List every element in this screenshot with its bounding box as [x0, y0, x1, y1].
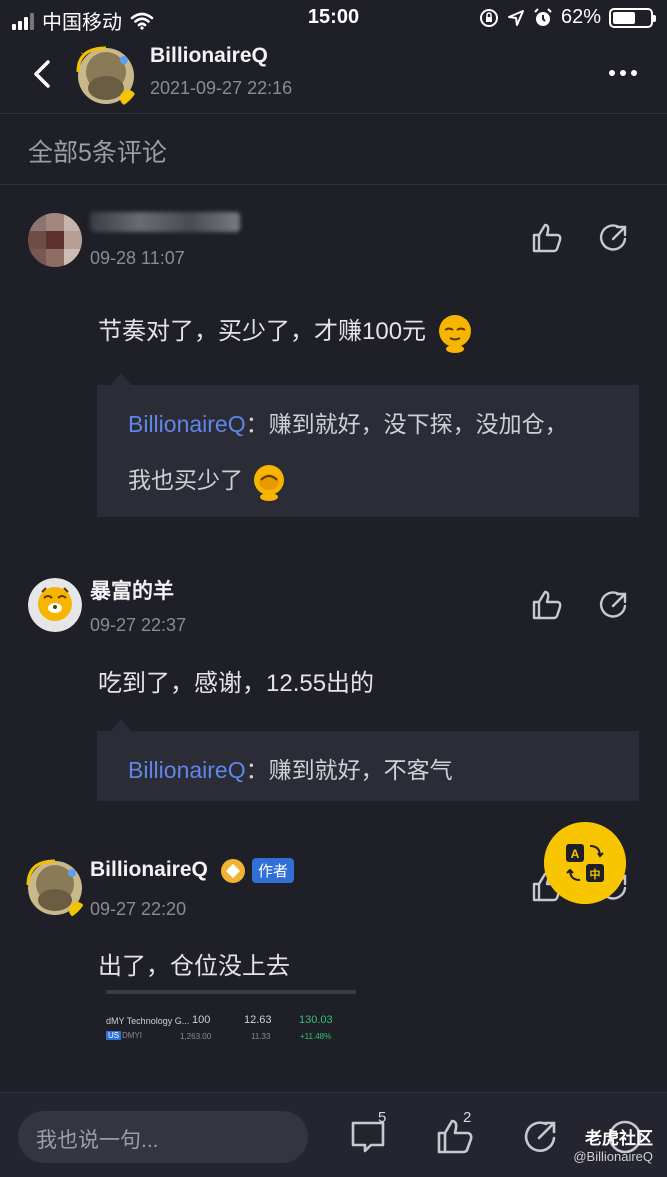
header-date: 2021-09-27 22:16	[150, 78, 293, 98]
comment-date: 09-28 11:07	[90, 248, 185, 268]
reply-text-2: 我也买少了	[128, 467, 243, 493]
reply-line-1: BillionaireQ：赚到就好，没下探，没加仓，	[128, 405, 568, 439]
emoji-tiger-smug-icon	[438, 314, 471, 353]
stock-gain: 130.03	[299, 1014, 333, 1026]
comment-image[interactable]: dMY Technology G... 100 12.63 130.03 US …	[98, 990, 368, 1048]
reply-box[interactable]: BillionaireQ：赚到就好，不客气	[97, 719, 639, 801]
comment-input-placeholder: 我也说一句...	[36, 1129, 159, 1152]
comment-text: 吃到了，感谢，12.55出的	[98, 670, 375, 697]
share-icon[interactable]	[597, 221, 631, 255]
author-avatar[interactable]: xx	[72, 42, 140, 110]
blurred-username	[90, 212, 240, 232]
watermark: 老虎社区 @BillionaireQ	[573, 1124, 653, 1164]
like-icon[interactable]	[530, 588, 564, 622]
market-tag: US	[106, 1031, 122, 1040]
header-name[interactable]: BillionaireQ	[150, 44, 268, 68]
verified-badge-icon	[221, 859, 245, 883]
orientation-lock-icon	[479, 8, 498, 27]
avatar[interactable]	[28, 213, 82, 267]
avatar[interactable]	[22, 855, 88, 921]
stock-price: 12.63	[244, 1014, 272, 1026]
stock-qty: 100	[192, 1014, 211, 1026]
like-icon[interactable]	[530, 221, 564, 255]
comment-count-bar: 全部5条评论	[0, 115, 667, 185]
reply-line-2: 我也买少了	[128, 461, 289, 502]
comment-text: 出了，仓位没上去	[98, 953, 290, 980]
emoji-tiger-facepalm-icon	[254, 464, 285, 501]
translate-button[interactable]: A 中	[544, 822, 626, 904]
fab-label-zh: 中	[590, 867, 601, 881]
reply-sep: ：	[245, 757, 269, 783]
comment-count-label: 全部5条评论	[28, 139, 167, 167]
bottom-bar: 我也说一句... 5 2	[0, 1092, 667, 1177]
status-bar: 中国移动 15:00 62%	[0, 0, 667, 36]
reply-author[interactable]: BillionaireQ	[128, 757, 246, 783]
watermark-brand: 老虎社区	[585, 1129, 653, 1148]
share-icon[interactable]	[520, 1117, 560, 1157]
avatar[interactable]	[28, 578, 82, 632]
comment-count: 5	[378, 1109, 387, 1126]
header: xx BillionaireQ 2021-09-27 22:16	[0, 36, 667, 114]
stock-cost: 1,263.00	[180, 1032, 212, 1041]
more-icon[interactable]	[609, 70, 637, 76]
stock-symbol: DMYI	[122, 1031, 142, 1040]
reply-box[interactable]: BillionaireQ：赚到就好，没下探，没加仓， 我也买少了	[97, 373, 639, 517]
alarm-icon	[534, 7, 552, 26]
reply-text: 赚到就好，没下探，没加仓，	[268, 411, 568, 437]
stock-name: dMY Technology G...	[106, 1016, 190, 1026]
comment-text-content: 节奏对了，买少了，才赚100元	[98, 318, 427, 345]
location-icon	[507, 9, 524, 26]
comment-input[interactable]: 我也说一句...	[18, 1111, 308, 1163]
like-count: 2	[463, 1109, 472, 1126]
watermark-handle: @BillionaireQ	[573, 1149, 653, 1164]
battery-percent: 62%	[560, 6, 601, 28]
reply-author[interactable]: BillionaireQ	[128, 411, 246, 437]
comment-text: 节奏对了，买少了，才赚100元	[98, 311, 475, 353]
comment-date: 09-27 22:20	[90, 899, 187, 919]
reply-text: 赚到就好，不客气	[268, 757, 453, 783]
author-tag: 作者	[252, 858, 295, 883]
reply-sep: ：	[245, 411, 269, 437]
comment-author[interactable]: 暴富的羊	[90, 575, 174, 605]
share-icon[interactable]	[597, 588, 631, 622]
stock-cost-avg: 11.33	[251, 1032, 271, 1041]
stock-pct: +11.48%	[300, 1032, 332, 1041]
svg-text:xx: xx	[74, 46, 84, 56]
reply-line-1: BillionaireQ：赚到就好，不客气	[128, 751, 453, 785]
comment-date: 09-27 22:37	[90, 615, 187, 635]
back-icon[interactable]	[28, 54, 58, 94]
fab-label-a: A	[571, 847, 580, 861]
battery-icon	[609, 7, 656, 28]
comment-author[interactable]: BillionaireQ	[90, 858, 208, 882]
